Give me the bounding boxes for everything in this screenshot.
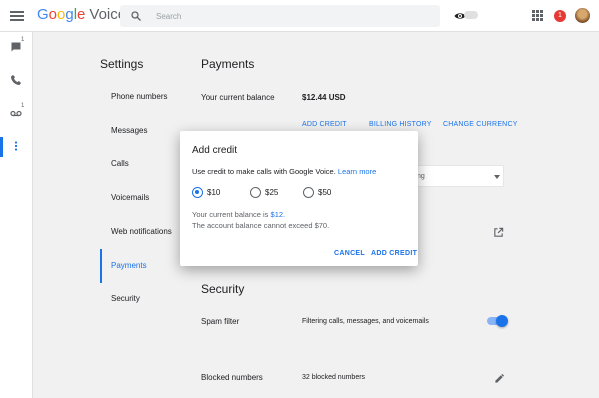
credit-option-label: $25 (265, 188, 279, 197)
credit-option-label: $10 (207, 188, 221, 197)
security-title: Security (201, 282, 245, 296)
blocked-numbers-desc: 32 blocked numbers (302, 374, 366, 381)
apps-grid-icon[interactable] (532, 10, 543, 21)
eye-toggle[interactable] (464, 11, 478, 19)
balance-note: Your current balance is $12. (192, 210, 285, 219)
settings-title: Settings (100, 57, 144, 71)
credit-option-label: $50 (318, 188, 332, 197)
rail-voicemail-count: 1 (21, 103, 25, 109)
billing-history-link[interactable]: BILLING HISTORY (369, 121, 432, 128)
nav-web-notifications[interactable]: Web notifications (100, 215, 190, 249)
add-credit-link[interactable]: ADD CREDIT (302, 121, 347, 128)
payments-title: Payments (201, 57, 255, 71)
open-in-new-icon[interactable] (493, 227, 504, 238)
nav-payments[interactable]: Payments (100, 249, 190, 283)
search-input[interactable] (156, 9, 426, 23)
dialog-title: Add credit (192, 145, 238, 156)
top-bar: GoogleVoice 1 (0, 0, 599, 32)
add-credit-dialog: Add credit Use credit to make calls with… (180, 131, 418, 266)
credit-option-10[interactable]: $10 (192, 187, 242, 199)
google-voice-logo[interactable]: Google Voice (37, 6, 126, 23)
notification-badge[interactable]: 1 (554, 10, 566, 22)
nav-voicemails[interactable]: Voicemails (100, 181, 190, 215)
rail-calls[interactable] (0, 67, 33, 95)
radio-checked-icon (192, 187, 203, 198)
balance-value: $12.44 USD (302, 93, 346, 102)
balance-label: Your current balance (201, 93, 275, 102)
blocked-numbers-label: Blocked numbers (201, 373, 263, 382)
currency-dropdown[interactable]: ng (406, 165, 504, 187)
credit-option-50[interactable]: $50 (303, 187, 353, 199)
credit-option-25[interactable]: $25 (250, 187, 300, 199)
left-rail: 1 1 (0, 32, 33, 398)
cancel-button[interactable]: CANCEL (334, 250, 365, 257)
dialog-description-text: Use credit to make calls with Google Voi… (192, 167, 336, 176)
nav-security[interactable]: Security (100, 282, 190, 316)
balance-note-prefix: Your current balance is (192, 210, 269, 219)
rail-messages-count: 1 (21, 37, 25, 43)
search-bar[interactable] (120, 5, 440, 27)
add-credit-button[interactable]: ADD CREDIT (371, 250, 417, 257)
chevron-down-icon (494, 175, 500, 179)
avatar[interactable] (575, 8, 590, 23)
more-vert-icon (14, 141, 18, 151)
radio-unchecked-icon (303, 187, 314, 198)
search-icon[interactable] (130, 10, 142, 22)
spam-filter-toggle[interactable] (487, 315, 508, 327)
rail-voicemail[interactable]: 1 (0, 100, 33, 128)
rail-more[interactable] (0, 133, 33, 161)
currency-dropdown-text: ng (417, 173, 425, 180)
rail-messages[interactable]: 1 (0, 34, 33, 62)
nav-messages[interactable]: Messages (100, 114, 190, 148)
phone-icon (11, 75, 21, 85)
balance-note-amount: $12. (270, 210, 286, 219)
menu-icon[interactable] (10, 9, 24, 23)
spam-filter-desc: Filtering calls, messages, and voicemail… (302, 318, 429, 325)
change-currency-link[interactable]: CHANGE CURRENCY (443, 121, 518, 128)
spam-filter-label: Spam filter (201, 317, 240, 326)
nav-calls[interactable]: Calls (100, 147, 190, 181)
learn-more-link[interactable]: Learn more (338, 167, 376, 176)
dialog-description: Use credit to make calls with Google Voi… (192, 167, 376, 176)
limit-note: The account balance cannot exceed $70. (192, 221, 330, 230)
radio-unchecked-icon (250, 187, 261, 198)
nav-phone-numbers[interactable]: Phone numbers (100, 80, 190, 114)
edit-icon[interactable] (494, 373, 505, 384)
